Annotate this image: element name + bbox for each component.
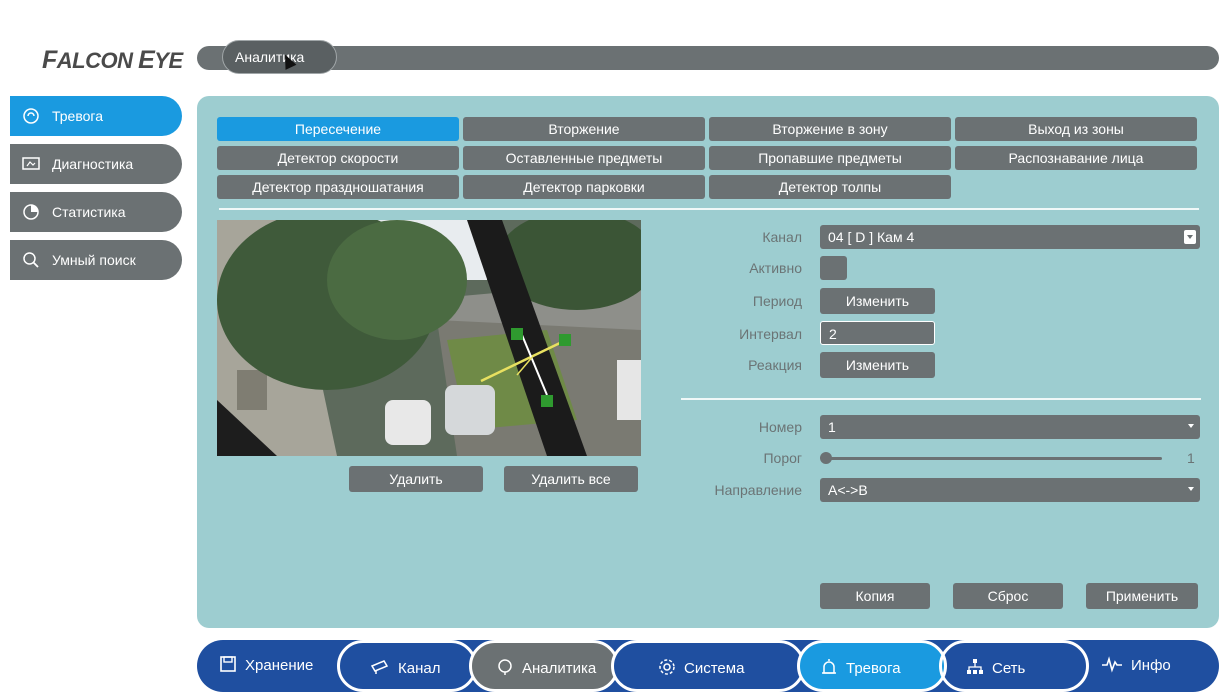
number-select[interactable]: 1 [820, 415, 1200, 439]
network-icon [966, 643, 984, 695]
nav-label: Канал [398, 660, 441, 677]
search-icon [22, 251, 40, 269]
tabs-divider [219, 208, 1199, 210]
tab-intrusion[interactable]: Вторжение [463, 117, 705, 141]
bottom-nav: Хранение Канал Аналитика Система Тревога… [197, 640, 1219, 692]
channel-value: 04 [ D ] Кам 4 [828, 229, 915, 245]
number-label: Номер [758, 419, 802, 435]
reset-button[interactable]: Сброс [953, 583, 1063, 609]
delete-all-button[interactable]: Удалить все [504, 466, 638, 492]
tab-zone-exit[interactable]: Выход из зоны [955, 117, 1197, 141]
chevron-down-icon [1188, 424, 1194, 428]
main-panel: Пересечение Вторжение Вторжение в зону В… [197, 96, 1219, 628]
active-label: Активно [749, 260, 802, 276]
nav-label: Аналитика [522, 660, 597, 677]
gear-icon [658, 643, 676, 695]
direction-label: Направление [714, 482, 802, 498]
nav-alarm[interactable]: Тревога [797, 640, 947, 692]
nav-label: Система [684, 660, 745, 677]
sidebar-item-statistics[interactable]: Статистика [10, 192, 182, 232]
tab-face-recognition[interactable]: Распознавание лица [955, 146, 1197, 170]
period-change-button[interactable]: Изменить [820, 288, 935, 314]
period-label: Период [752, 293, 802, 309]
channel-select[interactable]: 04 [ D ] Кам 4 [820, 225, 1200, 249]
camera-preview[interactable] [217, 220, 641, 456]
reaction-label: Реакция [748, 357, 802, 373]
pulse-icon [1101, 640, 1123, 692]
nav-info[interactable]: Инфо [1081, 640, 1219, 692]
tab-zone-intrusion[interactable]: Вторжение в зону [709, 117, 951, 141]
pie-chart-icon [22, 203, 40, 221]
tab-loitering-detector[interactable]: Детектор праздношатания [217, 175, 459, 199]
channel-label: Канал [762, 229, 802, 245]
sidebar-item-label: Статистика [52, 204, 126, 220]
alarm-icon [22, 107, 40, 125]
monitor-icon [22, 155, 40, 173]
nav-network[interactable]: Сеть [939, 640, 1089, 692]
interval-label: Интервал [739, 326, 802, 342]
tab-crowd-detector[interactable]: Детектор толпы [709, 175, 951, 199]
chevron-down-icon [1184, 230, 1196, 244]
nav-label: Инфо [1131, 657, 1171, 674]
tab-parking-detector[interactable]: Детектор парковки [463, 175, 705, 199]
slider-track [824, 457, 1162, 460]
reaction-change-button[interactable]: Изменить [820, 352, 935, 378]
sidebar-item-alarm[interactable]: Тревога [10, 96, 182, 136]
apply-button[interactable]: Применить [1086, 583, 1198, 609]
sidebar: Тревога Диагностика Статистика Умный пои… [10, 96, 182, 288]
nav-storage[interactable]: Хранение [197, 640, 347, 692]
camera-scene [217, 220, 641, 456]
tab-missing-objects[interactable]: Пропавшие предметы [709, 146, 951, 170]
tab-crossing[interactable]: Пересечение [217, 117, 459, 141]
slider-thumb[interactable] [820, 452, 832, 464]
sidebar-item-label: Умный поиск [52, 252, 136, 268]
threshold-label: Порог [763, 450, 802, 466]
sidebar-item-smart-search[interactable]: Умный поиск [10, 240, 182, 280]
nav-label: Сеть [992, 660, 1026, 677]
falcon-eye-logo: FALCON EYE [42, 46, 183, 74]
head-icon [496, 643, 514, 695]
chevron-down-icon [1188, 487, 1194, 491]
nav-label: Тревога [846, 660, 901, 677]
nav-label: Хранение [245, 657, 314, 674]
camera-icon [370, 643, 390, 695]
nav-analytics[interactable]: Аналитика [469, 640, 619, 692]
threshold-value: 1 [1187, 450, 1195, 466]
header-bar [197, 46, 1219, 70]
save-icon [219, 640, 237, 692]
direction-select[interactable]: A<->B [820, 478, 1200, 502]
delete-button[interactable]: Удалить [349, 466, 483, 492]
tab-left-objects[interactable]: Оставленные предметы [463, 146, 705, 170]
nav-system[interactable]: Система [611, 640, 805, 692]
number-value: 1 [828, 419, 836, 435]
interval-input[interactable]: 2 [820, 321, 935, 345]
alarm-icon [820, 643, 838, 695]
sidebar-item-label: Тревога [52, 108, 103, 124]
form-divider [681, 398, 1201, 400]
sidebar-item-diagnostics[interactable]: Диагностика [10, 144, 182, 184]
direction-value: A<->B [828, 482, 868, 498]
active-checkbox[interactable] [820, 256, 847, 280]
sidebar-item-label: Диагностика [52, 156, 134, 172]
nav-channel[interactable]: Канал [337, 640, 477, 692]
tab-speed-detector[interactable]: Детектор скорости [217, 146, 459, 170]
threshold-slider[interactable] [820, 451, 1165, 465]
copy-button[interactable]: Копия [820, 583, 930, 609]
